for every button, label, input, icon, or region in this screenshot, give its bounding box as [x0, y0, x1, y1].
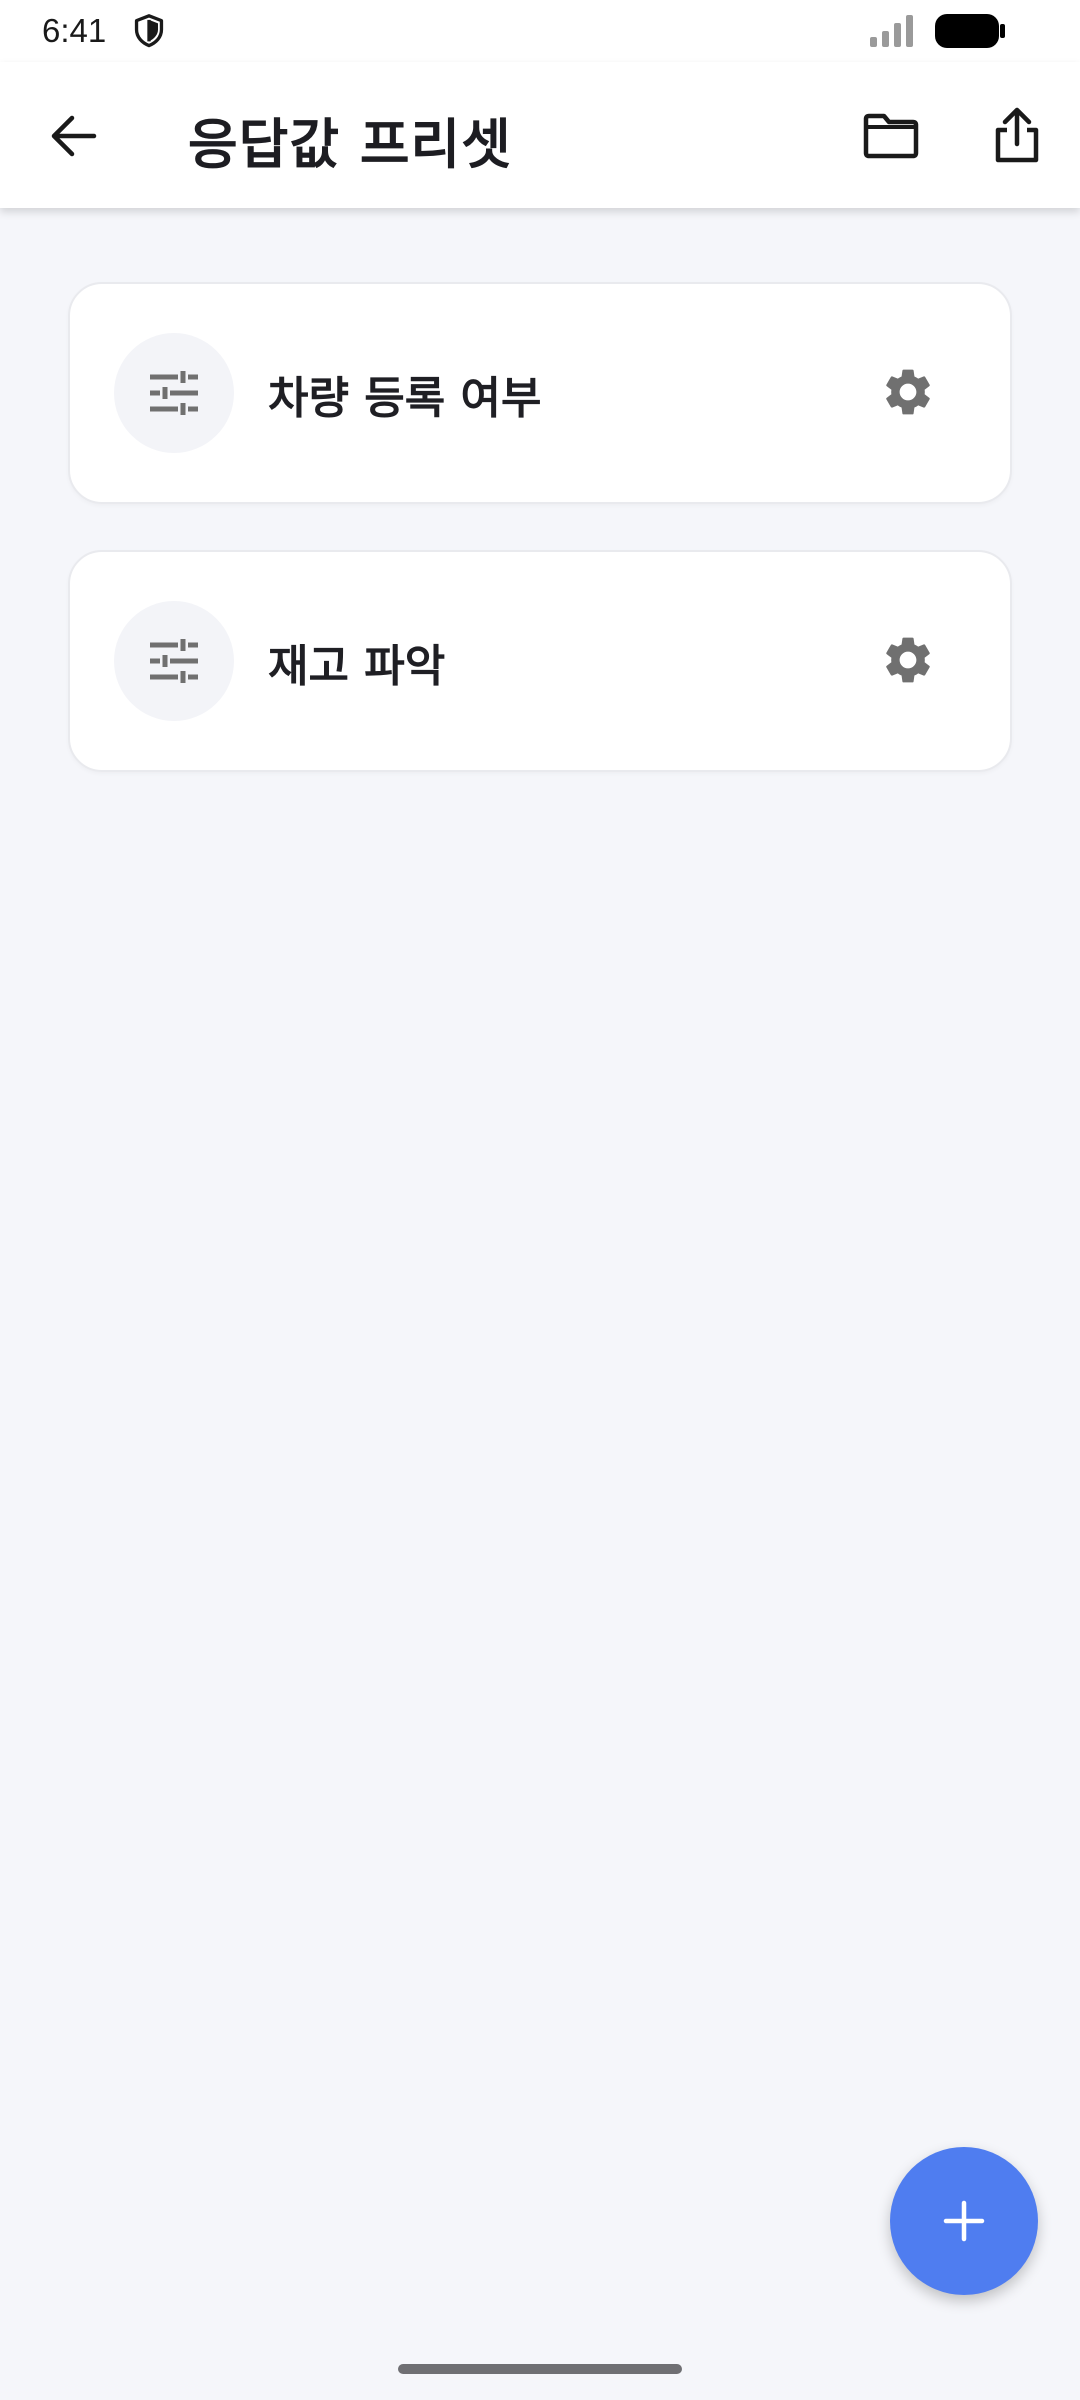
share-button[interactable] [984, 102, 1050, 168]
plus-icon [943, 2200, 985, 2242]
battery-icon [935, 14, 1005, 48]
screen: 6:41 응답값 프리셋 차량 등록 여부 재고 파악 [0, 0, 1080, 2400]
gear-icon [886, 637, 930, 683]
preset-icon-container [114, 601, 234, 721]
shield-icon [135, 14, 164, 48]
page-title: 응답값 프리셋 [188, 113, 512, 176]
preset-card[interactable]: 차량 등록 여부 [68, 282, 1012, 504]
add-preset-button[interactable] [890, 2147, 1038, 2295]
app-bar: 응답값 프리셋 [0, 62, 1080, 208]
back-arrow-icon [51, 115, 97, 157]
gear-icon [886, 369, 930, 415]
preset-icon-container [114, 333, 234, 453]
status-time: 6:41 [42, 12, 107, 49]
preset-label: 재고 파악 [268, 641, 446, 692]
share-icon [995, 107, 1039, 163]
status-indicators [868, 13, 1006, 49]
preset-card[interactable]: 재고 파악 [68, 550, 1012, 772]
home-indicator[interactable] [398, 2364, 682, 2374]
back-button[interactable] [44, 106, 104, 166]
status-bar: 6:41 [0, 0, 1080, 62]
signal-icon [870, 15, 913, 47]
preset-settings-button[interactable] [876, 360, 940, 424]
preset-settings-button[interactable] [876, 628, 940, 692]
folder-icon [863, 113, 919, 159]
sliders-icon [150, 371, 198, 415]
sliders-icon [150, 639, 198, 683]
preset-label: 차량 등록 여부 [268, 373, 542, 424]
folder-button[interactable] [858, 106, 924, 166]
